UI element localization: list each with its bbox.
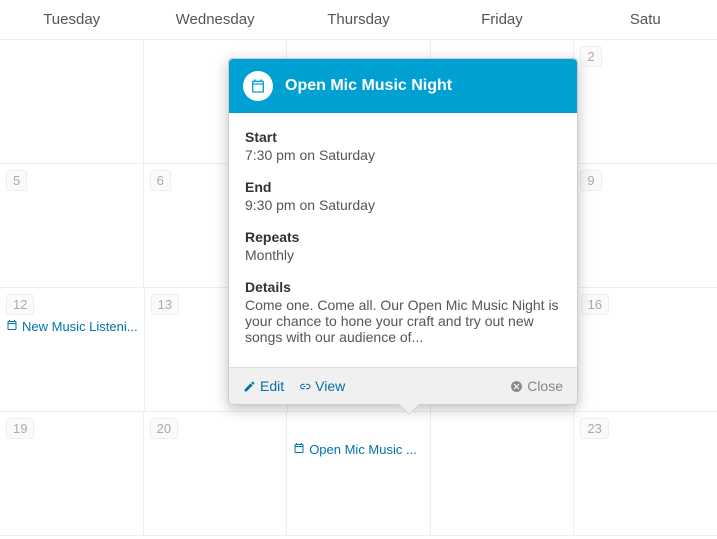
- day-cell[interactable]: 23: [574, 412, 717, 535]
- field-details: Details Come one. Come all. Our Open Mic…: [245, 279, 561, 345]
- day-cell[interactable]: Open Mic Music ...: [287, 412, 431, 535]
- day-cell[interactable]: 20: [144, 412, 288, 535]
- field-start: Start 7:30 pm on Saturday: [245, 129, 561, 163]
- day-cell[interactable]: 19: [0, 412, 144, 535]
- day-number: 20: [150, 418, 178, 439]
- event-open-mic-music[interactable]: Open Mic Music ...: [293, 442, 424, 457]
- edit-button[interactable]: Edit: [243, 378, 284, 394]
- event-new-music-listening[interactable]: New Music Listeni...: [6, 319, 138, 334]
- popover-body: Start 7:30 pm on Saturday End 9:30 pm on…: [229, 113, 577, 367]
- edit-label: Edit: [260, 378, 284, 394]
- day-header-wed: Wednesday: [143, 11, 286, 28]
- day-number: 16: [581, 294, 609, 315]
- event-popover: Open Mic Music Night Start 7:30 pm on Sa…: [228, 58, 578, 405]
- popover-arrow: [399, 404, 419, 414]
- day-number: 5: [6, 170, 27, 191]
- day-number: 19: [6, 418, 34, 439]
- day-cell[interactable]: [0, 40, 144, 163]
- day-cell[interactable]: 2: [574, 40, 717, 163]
- field-value: Monthly: [245, 247, 561, 263]
- close-icon: [510, 380, 523, 393]
- close-button[interactable]: Close: [510, 378, 563, 394]
- link-icon: [298, 380, 311, 393]
- day-cell[interactable]: [431, 412, 575, 535]
- day-header-row: Tuesday Wednesday Thursday Friday Satu: [0, 0, 717, 40]
- view-label: View: [315, 378, 345, 394]
- day-header-tue: Tuesday: [0, 11, 143, 28]
- day-number: 23: [580, 418, 608, 439]
- calendar-icon: [293, 442, 305, 457]
- field-label: Details: [245, 279, 561, 295]
- day-number: 6: [150, 170, 171, 191]
- day-number: 9: [580, 170, 601, 191]
- day-header-thu: Thursday: [287, 11, 430, 28]
- calendar-icon: [6, 319, 18, 334]
- field-repeats: Repeats Monthly: [245, 229, 561, 263]
- day-cell[interactable]: 5: [0, 164, 144, 287]
- popover-footer: Edit View Close: [229, 367, 577, 404]
- view-button[interactable]: View: [298, 378, 345, 394]
- day-number: 2: [580, 46, 601, 67]
- day-cell[interactable]: 9: [574, 164, 717, 287]
- day-header-fri: Friday: [430, 11, 573, 28]
- week-row: 19 20 Open Mic Music ... 23: [0, 412, 717, 536]
- day-cell[interactable]: 12 New Music Listeni...: [0, 288, 145, 411]
- event-label: Open Mic Music ...: [309, 442, 417, 457]
- field-label: Start: [245, 129, 561, 145]
- field-end: End 9:30 pm on Saturday: [245, 179, 561, 213]
- calendar-icon: [243, 71, 273, 101]
- day-header-sat: Satu: [574, 11, 717, 28]
- close-label: Close: [527, 378, 563, 394]
- day-number: 13: [151, 294, 179, 315]
- event-label: New Music Listeni...: [22, 319, 138, 334]
- field-value: Come one. Come all. Our Open Mic Music N…: [245, 297, 561, 345]
- field-label: End: [245, 179, 561, 195]
- day-cell[interactable]: 16: [575, 288, 717, 411]
- day-number: 12: [6, 294, 34, 315]
- popover-title: Open Mic Music Night: [285, 77, 452, 95]
- field-value: 7:30 pm on Saturday: [245, 147, 561, 163]
- field-value: 9:30 pm on Saturday: [245, 197, 561, 213]
- popover-header: Open Mic Music Night: [229, 59, 577, 113]
- field-label: Repeats: [245, 229, 561, 245]
- pencil-icon: [243, 380, 256, 393]
